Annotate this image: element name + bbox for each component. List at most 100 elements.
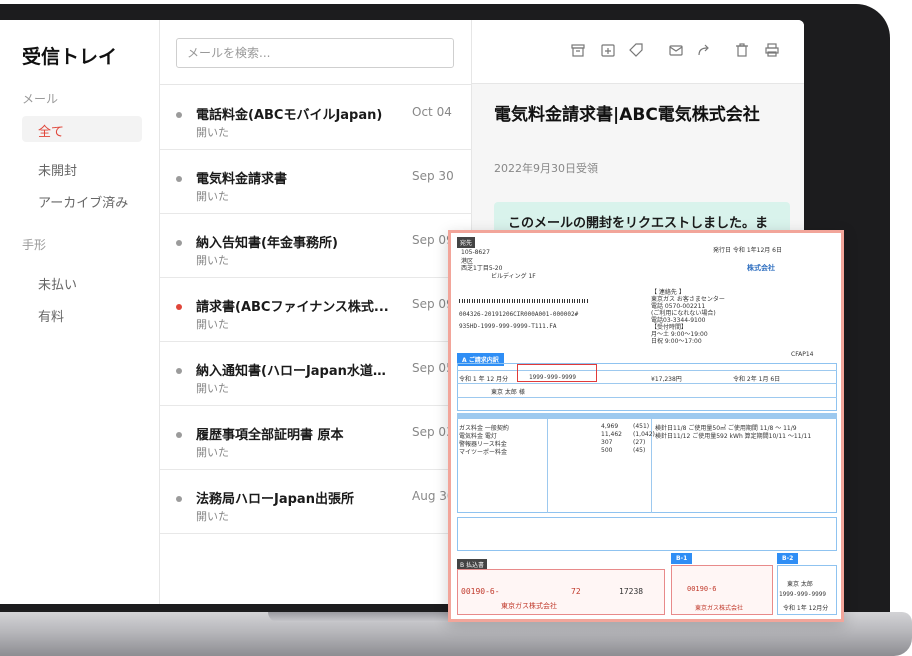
read-dot-icon — [176, 496, 182, 502]
mail-list-item[interactable]: 電話料金(ABCモバイルJapan) 開いた Oct 04 — [160, 86, 472, 150]
mail-subject: 請求書(ABCファイナンス株式... — [196, 300, 389, 315]
mail-list-item[interactable]: 請求書(ABCファイナンス株式... 開いた Sep 09 — [160, 278, 472, 342]
mail-date: Oct 04 — [412, 105, 452, 119]
contact-line: 日祝 9:00〜17:00 — [651, 338, 702, 345]
sidebar-item-paid[interactable]: 有料 — [38, 306, 64, 325]
mail-status: 開いた — [196, 318, 229, 331]
sidebar-item-all[interactable]: 全て — [38, 121, 64, 140]
search-input[interactable] — [176, 38, 454, 68]
mail-subject: 納入通知書(ハローJapan水道株... — [196, 364, 396, 379]
billing-month: 令和 1 年 12 月分 — [459, 376, 509, 383]
detail-toolbar — [472, 20, 804, 84]
delete-icon[interactable] — [734, 42, 750, 58]
divider — [160, 84, 472, 85]
line-item-tax: (27) — [633, 439, 646, 446]
customer-number: 1999-999-9999 — [529, 374, 576, 381]
mail-subject: 履歴事項全部証明書 原本 — [196, 428, 344, 443]
invoice-attachment-preview[interactable]: 宛先 発行日 令和 1年12月 6日 株式会社 105-8627 港区 西芝1丁… — [448, 230, 844, 622]
b2-number: 1999-999-9999 — [779, 591, 826, 598]
line-item-amount: 500 — [601, 447, 613, 454]
mail-date: Sep 30 — [412, 169, 454, 183]
contact-line: (ご利用になれない場合) — [651, 310, 716, 317]
line-item-tax: (1,042) — [633, 431, 655, 438]
code-line: 935HD-1999-999-9999-T111.FA — [459, 323, 557, 330]
notes-box — [457, 517, 837, 551]
issue-date: 発行日 令和 1年12月 6日 — [713, 247, 782, 254]
receipt-account: 00190-6 — [687, 585, 717, 593]
sidebar-item-unpaid[interactable]: 未払い — [38, 274, 77, 293]
billing-amount: ¥17,238円 — [651, 376, 682, 383]
barcode-text: 004326-20191206CIR000A001-000002# — [459, 311, 579, 318]
issuer-company: 株式会社 — [747, 264, 775, 272]
page-title: 受信トレイ — [22, 46, 118, 68]
tag-icon[interactable] — [628, 42, 644, 58]
mail-status: 開いた — [196, 382, 229, 395]
mail-status: 開いた — [196, 190, 229, 203]
unread-dot-icon — [176, 304, 182, 310]
divider — [457, 397, 837, 398]
line-item-tax: (451) — [633, 423, 650, 430]
divider — [651, 413, 652, 513]
contact-line: 【受付時間】 — [651, 324, 688, 331]
mail-list-item[interactable]: 法務局ハローJapan出張所 開いた Aug 30 — [160, 470, 472, 534]
mark-unread-icon[interactable] — [668, 42, 684, 58]
mail-list-item[interactable]: 履歴事項全部証明書 原本 開いた Sep 03 — [160, 406, 472, 470]
laptop-notch — [268, 612, 476, 622]
mail-list: 電話料金(ABCモバイルJapan) 開いた Oct 04 電気料金請求書開いた Sep… — [160, 20, 472, 604]
payee-name: 東京ガス株式会社 — [501, 602, 557, 610]
line-item-amount: 11,462 — [601, 431, 622, 438]
line-item-name: マイツーポー料金 — [459, 449, 508, 456]
forward-icon[interactable] — [696, 42, 712, 58]
line-items-header — [457, 413, 837, 419]
received-date: 2022年9月30日受領 — [494, 162, 598, 175]
read-dot-icon — [176, 368, 182, 374]
mail-subject: 納入告知書(年金事務所) — [196, 236, 338, 251]
print-icon[interactable] — [764, 42, 780, 58]
contact-line: 電話03-3344-9100 — [651, 317, 706, 324]
divider — [457, 370, 837, 371]
b2-label: B-2 — [777, 553, 799, 564]
contact-line: 月〜土 9:00〜19:00 — [651, 331, 708, 338]
line-item-note: 検針日11/12 ご使用量592 kWh 算定期間10/11 〜11/11 — [655, 433, 812, 440]
archive-icon[interactable] — [570, 42, 586, 58]
customer-name: 東京 太郎 様 — [491, 389, 525, 396]
read-dot-icon — [176, 240, 182, 246]
sidebar: 受信トレイ メール 全て 未開封 アーカイブ済み 手形 未払い 有料 — [0, 20, 160, 604]
mail-status: 開いた — [196, 254, 229, 267]
receipt-payee: 東京ガス株式会社 — [695, 605, 744, 612]
sidebar-item-unopened[interactable]: 未開封 — [38, 160, 77, 179]
mail-subject-heading: 電気料金請求書|ABC電気株式会社 — [494, 105, 760, 125]
mail-list-item[interactable]: 納入通知書(ハローJapan水道株... 開いた Sep 05 — [160, 342, 472, 406]
amount-digits: 17238 — [619, 587, 644, 596]
divider — [457, 383, 837, 384]
mail-list-item[interactable]: 納入告知書(年金事務所) 開いた Sep 09 — [160, 214, 472, 278]
read-dot-icon — [176, 176, 182, 182]
divider — [547, 413, 548, 513]
section-label-mail: メール — [22, 92, 59, 106]
mail-status: 開いた — [196, 126, 229, 139]
b2-month: 令和 1年 12月分 — [783, 605, 829, 612]
contact-block: 【 連絡先 】東京ガス お客さまセンター 電話 0570-002211 (ご利用にな… — [651, 289, 725, 345]
sidebar-item-archived[interactable]: アーカイブ済み — [38, 192, 128, 211]
contact-line: 電話 0570-002211 — [651, 303, 706, 310]
building: ビルディング 1F — [491, 273, 536, 280]
account-number: 00190-6- — [461, 587, 500, 596]
postal-barcode — [459, 299, 589, 303]
addressee-tag: 宛先 — [457, 237, 476, 248]
contact-line: 東京ガス お客さまセンター — [651, 296, 725, 303]
mail-list-item[interactable]: 電気料金請求書 開いた Sep 30 — [160, 150, 472, 214]
line-item-tax: (45) — [633, 447, 646, 454]
move-to-folder-icon[interactable] — [600, 42, 616, 58]
mail-status: 開いた — [196, 510, 229, 523]
contact-line: 【 連絡先 】 — [651, 289, 685, 296]
section-label-bills: 手形 — [22, 238, 47, 252]
line-item-amount: 4,969 — [601, 423, 619, 430]
mail-subject: 電気料金請求書 — [196, 172, 288, 187]
account-digits: 72 — [571, 587, 581, 596]
read-dot-icon — [176, 112, 182, 118]
line-item-amount: 307 — [601, 439, 613, 446]
mail-subject: 法務局ハローJapan出張所 — [196, 492, 354, 507]
read-dot-icon — [176, 432, 182, 438]
postal-code: 105-8627 — [461, 249, 490, 256]
mail-subject: 電話料金(ABCモバイルJapan) — [196, 108, 383, 123]
